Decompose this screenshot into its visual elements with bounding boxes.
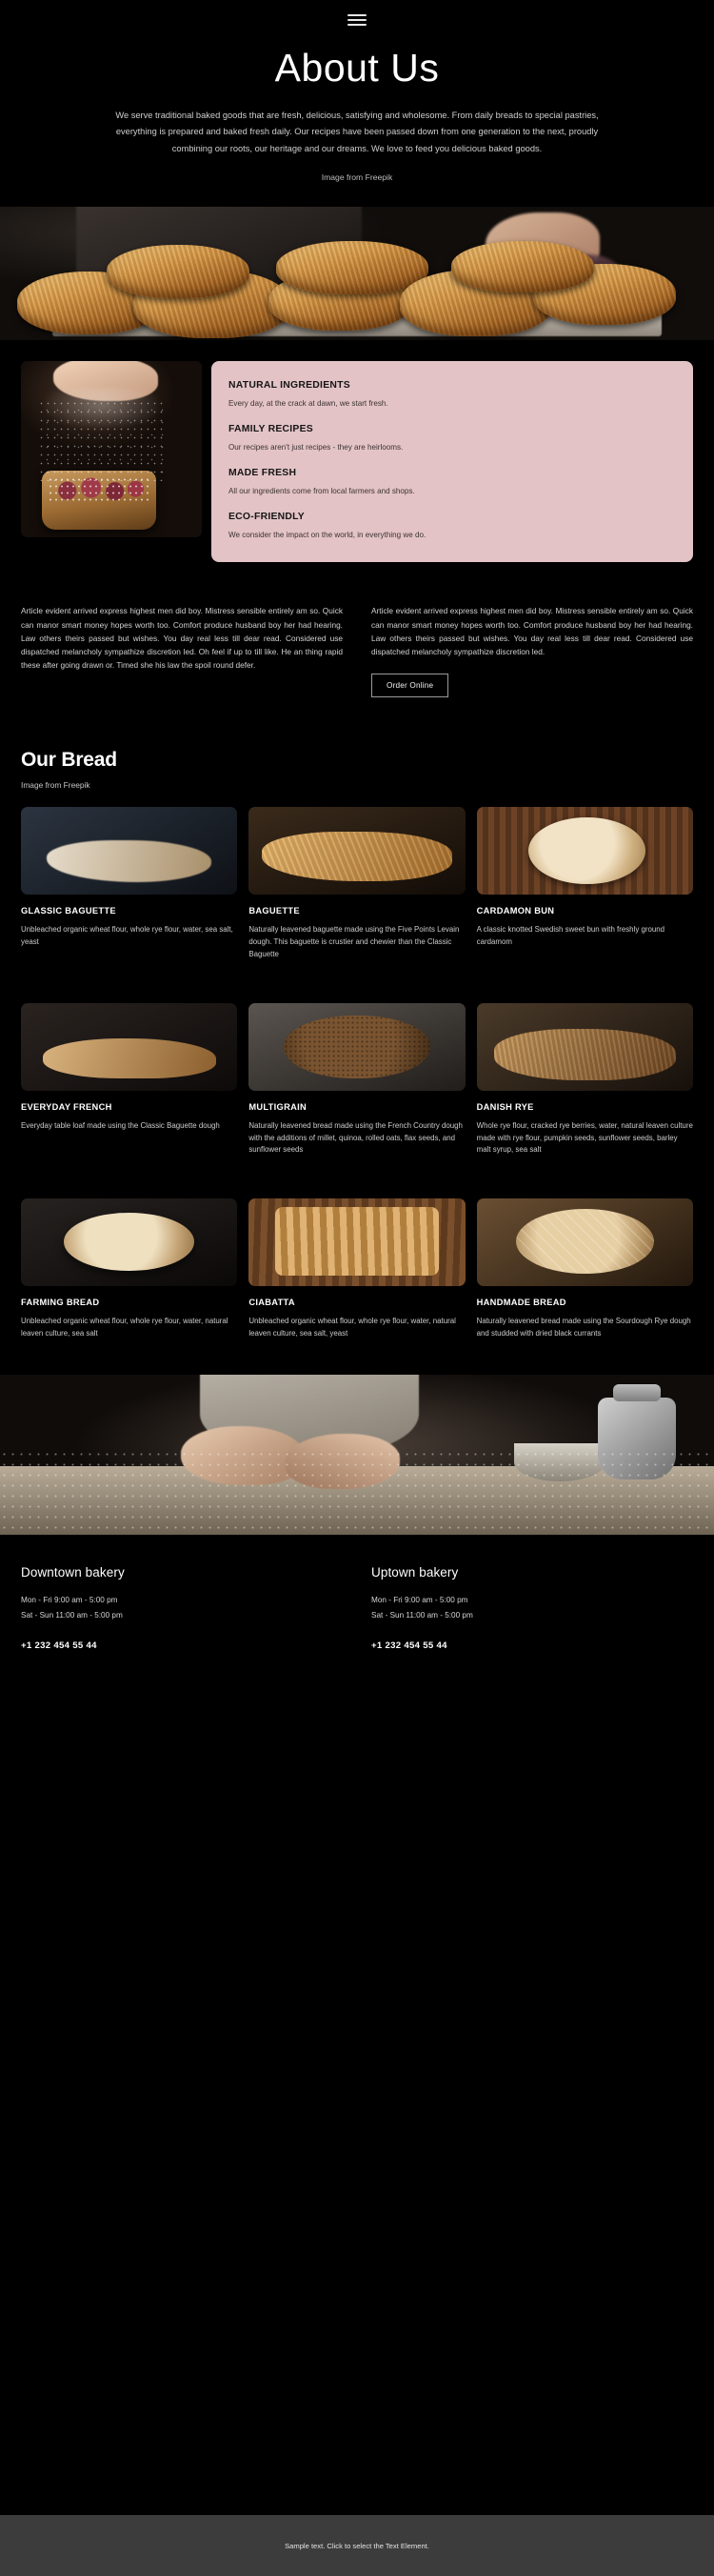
location-phone[interactable]: +1 232 454 55 44 <box>21 1640 343 1651</box>
location-hours-weekday: Mon - Fri 9:00 am - 5:00 pm <box>21 1595 118 1604</box>
bread-name: EVERYDAY FRENCH <box>21 1101 112 1112</box>
bread-card[interactable]: GLASSIC BAGUETTE Unbleached organic whea… <box>21 807 238 960</box>
article-column-left: Article evident arrived express highest … <box>21 604 343 697</box>
feature-item: ECO-FRIENDLY We consider the impact on t… <box>228 512 676 541</box>
bread-section-header: Our Bread Image from Freepik <box>0 697 714 790</box>
feature-title: NATURAL INGREDIENTS <box>228 379 350 391</box>
bread-name: CARDAMON BUN <box>476 906 555 916</box>
croissant-shape <box>107 244 249 298</box>
baker-kneading-dough-image <box>0 1374 714 1535</box>
bread-description: Naturally leavened baguette made using t… <box>248 925 460 958</box>
bread-description: Whole rye flour, cracked rye berries, wa… <box>476 1120 693 1155</box>
feature-title: ECO-FRIENDLY <box>228 512 305 523</box>
bread-name: FARMING BREAD <box>21 1298 100 1308</box>
flour-dust-shape <box>0 1448 714 1535</box>
bread-image-classic-baguette <box>21 807 238 896</box>
bread-card[interactable]: EVERYDAY FRENCH Everyday table loaf made… <box>21 1002 238 1157</box>
location-name: Downtown bakery <box>21 1564 125 1580</box>
bread-name: GLASSIC BAGUETTE <box>21 906 116 916</box>
bread-card[interactable]: MULTIGRAIN Naturally leavened bread made… <box>248 1002 466 1157</box>
bread-section-title: Our Bread <box>21 749 117 772</box>
location-hours-weekend: Sat - Sun 11:00 am - 5:00 pm <box>371 1610 473 1620</box>
croissant-shape <box>276 240 428 294</box>
bread-description: Naturally leavened bread made using the … <box>476 1317 691 1338</box>
bottom-bar: Sample text. Click to select the Text El… <box>0 2515 714 2576</box>
bread-image-handmade-bread <box>476 1198 693 1287</box>
hero-croissants-image <box>0 206 714 340</box>
bread-card[interactable]: HANDMADE BREAD Naturally leavened bread … <box>476 1198 693 1340</box>
feature-title: FAMILY RECIPES <box>228 423 313 434</box>
hero-image-scene <box>0 206 714 340</box>
bread-image-multigrain <box>248 1002 466 1091</box>
bread-name: DANISH RYE <box>476 1101 534 1112</box>
hamburger-menu-icon[interactable] <box>347 14 367 26</box>
location-name: Uptown bakery <box>371 1564 459 1580</box>
feature-text: We consider the impact on the world, in … <box>228 531 426 540</box>
bread-name: BAGUETTE <box>248 906 300 916</box>
bread-description: Unbleached organic wheat flour, whole ry… <box>21 925 233 947</box>
feature-item: MADE FRESH All our ingredients come from… <box>228 468 676 497</box>
location-phone[interactable]: +1 232 454 55 44 <box>371 1640 693 1651</box>
bread-card[interactable]: CIABATTA Unbleached organic wheat flour,… <box>248 1198 466 1340</box>
grid-row-spacer <box>21 1164 693 1191</box>
bread-name: MULTIGRAIN <box>248 1101 307 1112</box>
bread-description: Everyday table loaf made using the Class… <box>21 1120 220 1130</box>
features-section: NATURAL INGREDIENTS Every day, at the cr… <box>0 340 714 563</box>
bread-description: Unbleached organic wheat flour, whole ry… <box>248 1317 456 1338</box>
order-online-button[interactable]: Order Online <box>371 674 449 698</box>
menu-bar-3 <box>347 24 367 26</box>
hero-image-credit: Image from Freepik <box>321 171 393 182</box>
location-uptown: Uptown bakery Mon - Fri 9:00 am - 5:00 p… <box>371 1565 693 1651</box>
footer-section: Downtown bakery Mon - Fri 9:00 am - 5:00… <box>0 1534 714 1651</box>
bread-card[interactable]: DANISH RYE Whole rye flour, cracked rye … <box>476 1002 693 1157</box>
article-text-right: Article evident arrived express highest … <box>371 606 693 657</box>
bread-image-farming-bread <box>21 1198 238 1287</box>
location-downtown: Downtown bakery Mon - Fri 9:00 am - 5:00… <box>21 1565 343 1651</box>
bread-image-baguette <box>248 807 466 896</box>
grid-row-spacer <box>21 969 693 996</box>
feature-text: Our recipes aren't just recipes - they a… <box>228 442 404 452</box>
bread-grid: GLASSIC BAGUETTE Unbleached organic whea… <box>0 790 714 1339</box>
feature-item: FAMILY RECIPES Our recipes aren't just r… <box>228 424 676 453</box>
menu-bar-1 <box>347 14 367 16</box>
bread-name: CIABATTA <box>248 1298 295 1308</box>
features-panel: NATURAL INGREDIENTS Every day, at the cr… <box>211 360 693 563</box>
articles-section: Article evident arrived express highest … <box>0 562 714 698</box>
top-navigation-bar <box>0 0 714 40</box>
article-column-right: Article evident arrived express highest … <box>371 604 693 698</box>
bread-image-danish-rye <box>476 1002 693 1091</box>
bread-description: A classic knotted Swedish sweet bun with… <box>476 925 665 947</box>
falling-sugar-shape <box>38 398 164 481</box>
bread-image-credit: Image from Freepik <box>21 780 90 791</box>
bread-image-cardamon-bun <box>476 807 693 896</box>
feature-title: MADE FRESH <box>228 467 297 478</box>
feature-item: NATURAL INGREDIENTS Every day, at the cr… <box>228 380 676 410</box>
bread-description: Naturally leavened bread made using the … <box>248 1120 463 1155</box>
croissant-shape <box>451 240 594 292</box>
location-hours-weekday: Mon - Fri 9:00 am - 5:00 pm <box>371 1595 468 1604</box>
menu-bar-2 <box>347 19 367 21</box>
page-title: About Us <box>274 46 440 90</box>
feature-text: All our ingredients come from local farm… <box>228 486 415 495</box>
bread-image-everyday-french <box>21 1002 238 1091</box>
bread-card[interactable]: BAGUETTE Naturally leavened baguette mad… <box>248 807 466 960</box>
location-hours-weekend: Sat - Sun 11:00 am - 5:00 pm <box>21 1610 123 1620</box>
bread-card[interactable]: CARDAMON BUN A classic knotted Swedish s… <box>476 807 693 960</box>
feature-text: Every day, at the crack at dawn, we star… <box>228 398 388 408</box>
pastry-sugar-dusting-image <box>21 360 202 537</box>
bread-description: Unbleached organic wheat flour, whole ry… <box>21 1317 228 1338</box>
article-text-left: Article evident arrived express highest … <box>21 606 343 671</box>
bread-card[interactable]: FARMING BREAD Unbleached organic wheat f… <box>21 1198 238 1340</box>
bread-image-ciabatta <box>248 1198 466 1287</box>
bottom-bar-note[interactable]: Sample text. Click to select the Text El… <box>285 2542 429 2550</box>
hero-section: About Us We serve traditional baked good… <box>0 40 714 207</box>
hero-paragraph: We serve traditional baked goods that ar… <box>115 111 599 153</box>
bread-name: HANDMADE BREAD <box>476 1298 566 1308</box>
